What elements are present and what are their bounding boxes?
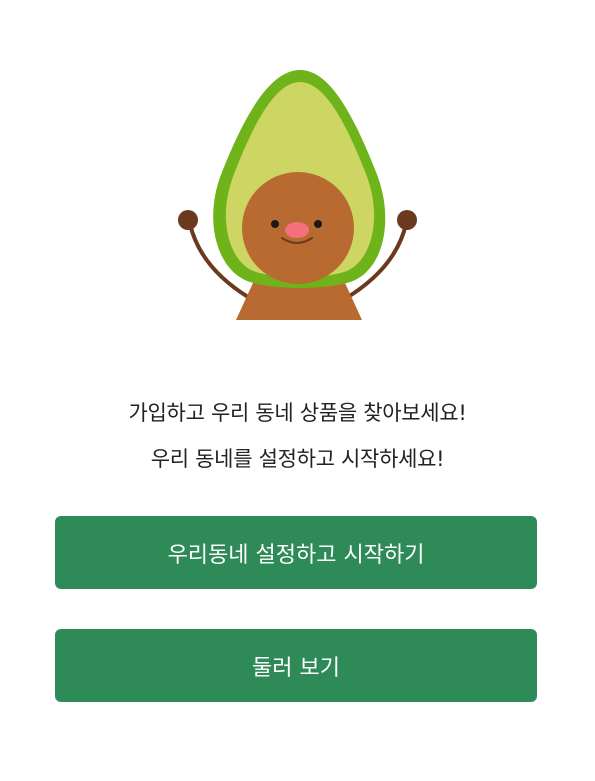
intro-text-line-2: 우리 동네를 설정하고 시작하세요! [150, 447, 445, 471]
intro-text-line-1: 가입하고 우리 동네 상품을 찾아보세요! [128, 401, 467, 425]
browse-button[interactable]: 둘러 보기 [55, 629, 537, 702]
avocado-mascot-icon [170, 62, 425, 327]
start-button[interactable]: 우리동네 설정하고 시작하기 [55, 516, 537, 589]
